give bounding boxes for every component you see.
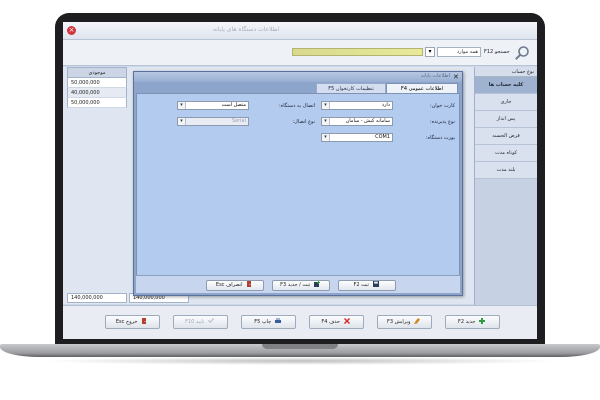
amount-column: موجودی 50,000,000 40,000,000 50,000,000 xyxy=(67,67,127,108)
search-toolbar: ▾ همه موارد جستجو F12 xyxy=(63,40,537,66)
sidebar-item-short-term[interactable]: کوتاه مدت xyxy=(475,145,537,162)
connect-select[interactable]: ▾ متصل است xyxy=(177,101,249,110)
dialog-title-bar: اطلاعات پایانه ✕ xyxy=(134,72,462,82)
action-bar: جدید F2 ویرایش F3 حذف F4 چاپ F5 تایید F1… xyxy=(63,305,537,339)
chevron-down-icon: ▾ xyxy=(322,102,330,109)
edit-button-label: ویرایش F3 xyxy=(387,319,411,325)
connection-type-label: نوع اتصال: xyxy=(292,119,315,125)
dialog-body: کارت خوان: ▾ دارد نوع پذیرنده: ▾ سامانه … xyxy=(136,93,460,293)
pencil-icon xyxy=(413,318,420,324)
laptop-notch xyxy=(262,344,338,349)
card-reader-value: دارد xyxy=(381,102,390,108)
sidebar-item-current[interactable]: جاری xyxy=(475,94,537,111)
device-type-select[interactable]: ▾ سامانه کیش - سامان xyxy=(321,117,393,126)
connection-type-value: Serial xyxy=(231,118,246,124)
amount-header[interactable]: موجودی xyxy=(67,67,127,78)
connection-type-select[interactable]: ▾ Serial xyxy=(177,117,249,126)
cancel-button[interactable]: انصراف Esc xyxy=(206,280,264,291)
printer-icon xyxy=(274,318,281,323)
laptop-shadow xyxy=(40,357,560,365)
tab-card-reader-settings[interactable]: تنظیمات کارتخوان F5 xyxy=(316,83,386,93)
confirm-button[interactable]: تایید F10 xyxy=(173,315,228,329)
dialog-title: اطلاعات پایانه xyxy=(420,73,450,79)
plus-icon xyxy=(478,318,485,324)
table-row[interactable]: 50,000,000 xyxy=(67,98,127,108)
save-new-button[interactable]: ثبت / جدید F3 xyxy=(272,280,330,291)
exit-door-icon xyxy=(247,281,252,287)
card-reader-label: کارت خوان: xyxy=(429,103,455,109)
port-select[interactable]: ▾ COM1 xyxy=(321,133,393,142)
delete-icon xyxy=(343,318,350,324)
exit-door-icon xyxy=(142,318,147,324)
dialog-close-icon[interactable]: ✕ xyxy=(453,73,459,81)
floppy-icon xyxy=(372,281,379,287)
device-type-value: سامانه کیش - سامان xyxy=(345,118,390,124)
sidebar-item-long-term[interactable]: بلند مدت xyxy=(475,162,537,179)
port-value: COM1 xyxy=(375,134,390,140)
device-type-label: نوع پذیرنده: xyxy=(429,119,455,125)
edit-button[interactable]: ویرایش F3 xyxy=(377,315,432,329)
save-button-label: ثبت F2 xyxy=(353,282,369,288)
table-row[interactable]: 50,000,000 xyxy=(67,78,127,88)
app-close-button[interactable]: × xyxy=(67,26,76,35)
chevron-down-icon: ▾ xyxy=(322,118,330,125)
delete-button[interactable]: حذف F4 xyxy=(309,315,364,329)
new-button-label: جدید F2 xyxy=(458,319,476,325)
print-button-label: چاپ F5 xyxy=(254,319,272,325)
confirm-button-label: تایید F10 xyxy=(185,319,205,325)
new-button[interactable]: جدید F2 xyxy=(445,315,500,329)
chevron-down-icon: ▾ xyxy=(178,102,186,109)
connect-label: اتصال به دستگاه: xyxy=(278,103,315,109)
filter-combo[interactable]: همه موارد xyxy=(437,47,481,57)
cancel-button-label: انصراف Esc xyxy=(215,282,243,288)
sidebar-item-all-accounts[interactable]: کلیه حساب ها xyxy=(475,77,537,94)
account-type-sidebar: نوع حساب کلیه حساب ها جاری پس انداز قرض … xyxy=(474,67,537,329)
sidebar-item-gharzolhasane[interactable]: قرض الحسنه xyxy=(475,128,537,145)
tab-general-info[interactable]: اطلاعات عمومی F4 xyxy=(386,83,458,93)
save-button[interactable]: ثبت F2 xyxy=(338,280,396,291)
dialog-tabs: اطلاعات عمومی F4 تنظیمات کارتخوان F5 xyxy=(136,83,460,93)
app-window: × اطلاعات دستگاه های پایانه ▾ همه موارد … xyxy=(63,22,537,339)
sidebar-header: نوع حساب xyxy=(475,67,537,77)
total-cell: 140,000,000 xyxy=(67,293,127,303)
sidebar-item-savings[interactable]: پس انداز xyxy=(475,111,537,128)
filter-dropdown-button[interactable]: ▾ xyxy=(425,47,435,57)
check-icon xyxy=(207,318,214,323)
search-icon[interactable] xyxy=(514,45,530,61)
exit-button-label: خروج Esc xyxy=(115,319,138,325)
chevron-down-icon: ▾ xyxy=(322,134,330,141)
connect-value: متصل است xyxy=(221,102,246,108)
title-bar: × اطلاعات دستگاه های پایانه xyxy=(63,22,537,40)
chevron-down-icon: ▾ xyxy=(178,118,186,125)
terminal-info-dialog: اطلاعات پایانه ✕ اطلاعات عمومی F4 تنظیما… xyxy=(133,71,463,296)
app-title: اطلاعات دستگاه های پایانه xyxy=(213,26,280,33)
search-input[interactable] xyxy=(292,48,423,56)
dialog-footer: ثبت F2 ثبت / جدید F3 انصراف Esc xyxy=(136,275,460,293)
print-button[interactable]: چاپ F5 xyxy=(241,315,296,329)
save-new-button-label: ثبت / جدید F3 xyxy=(280,282,311,288)
exit-button[interactable]: خروج Esc xyxy=(105,315,160,329)
search-label: جستجو F12 xyxy=(484,49,510,55)
save-new-icon xyxy=(313,281,320,287)
delete-button-label: حذف F4 xyxy=(321,319,340,325)
table-row[interactable]: 40,000,000 xyxy=(67,88,127,98)
port-label: پورت دستگاه: xyxy=(425,135,455,141)
card-reader-select[interactable]: ▾ دارد xyxy=(321,101,393,110)
